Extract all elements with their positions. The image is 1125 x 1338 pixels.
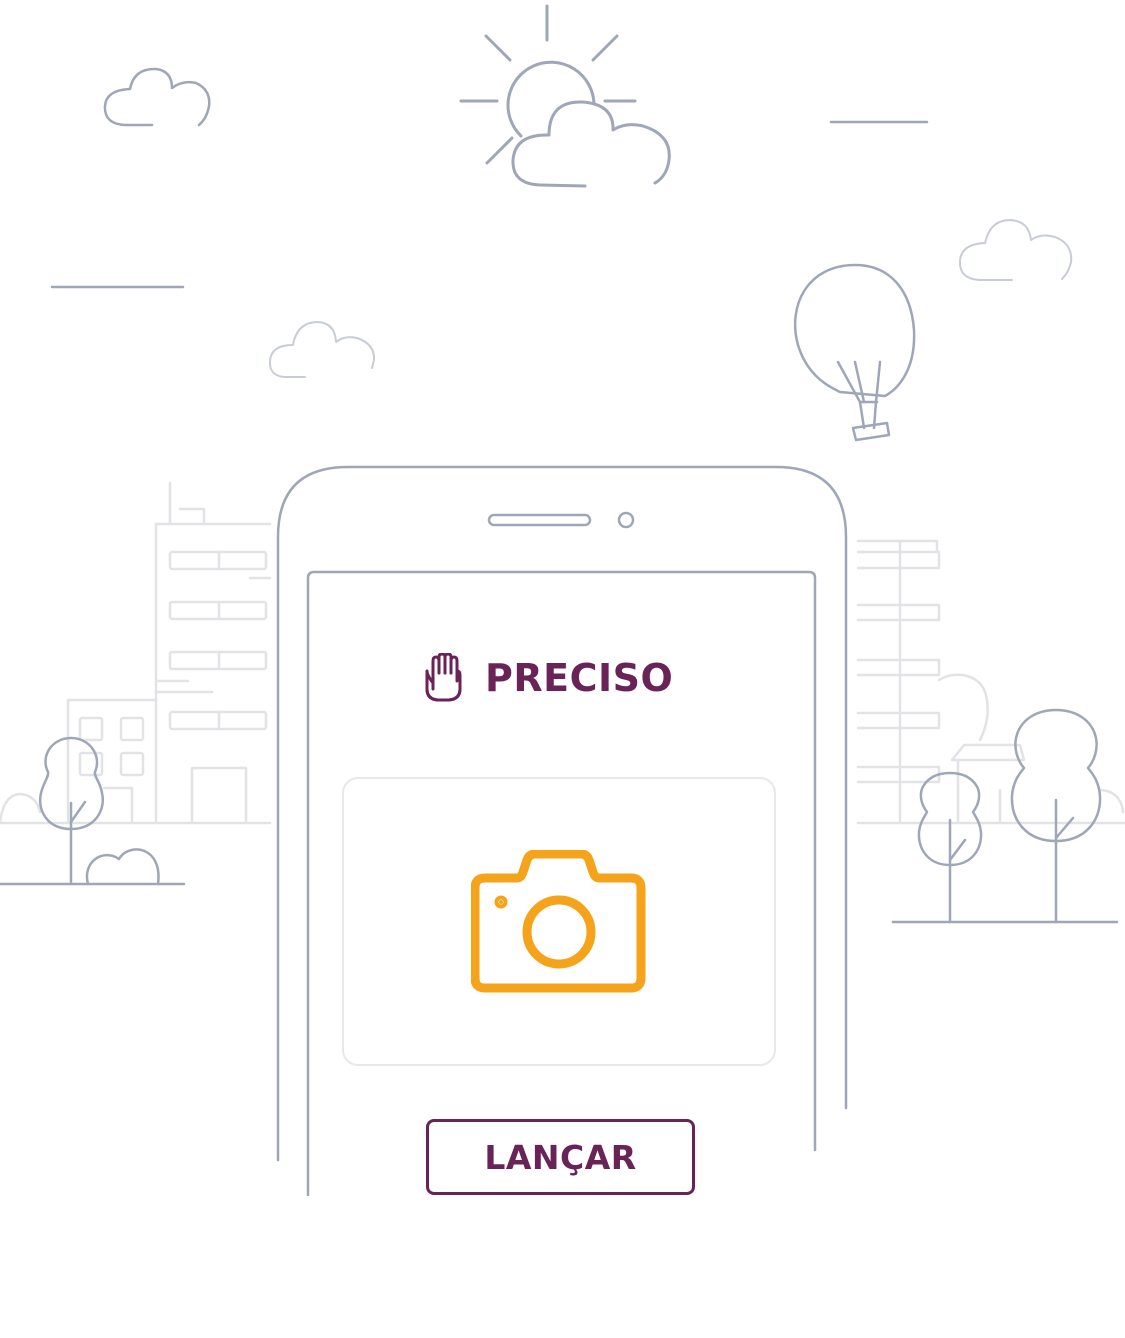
photo-capture-area[interactable]	[342, 777, 776, 1066]
screen-title-text: PRECISO	[485, 656, 674, 700]
right-buildings	[856, 539, 1125, 825]
sky-line	[50, 120, 929, 289]
launch-button[interactable]: LANÇAR	[426, 1119, 695, 1195]
sun-icon	[459, 4, 637, 165]
screen-title: PRECISO	[425, 648, 705, 708]
tree-icon	[891, 771, 1119, 924]
left-buildings	[0, 481, 272, 825]
cloud-icon	[511, 100, 671, 188]
tree-icon	[1010, 708, 1102, 924]
cloud-icon	[103, 67, 211, 127]
cloud-icon	[268, 321, 376, 378]
camera-icon	[471, 849, 646, 992]
cloud-icon	[958, 219, 1073, 281]
raised-hand-icon	[425, 653, 462, 702]
hot-air-balloon-icon	[793, 263, 916, 442]
